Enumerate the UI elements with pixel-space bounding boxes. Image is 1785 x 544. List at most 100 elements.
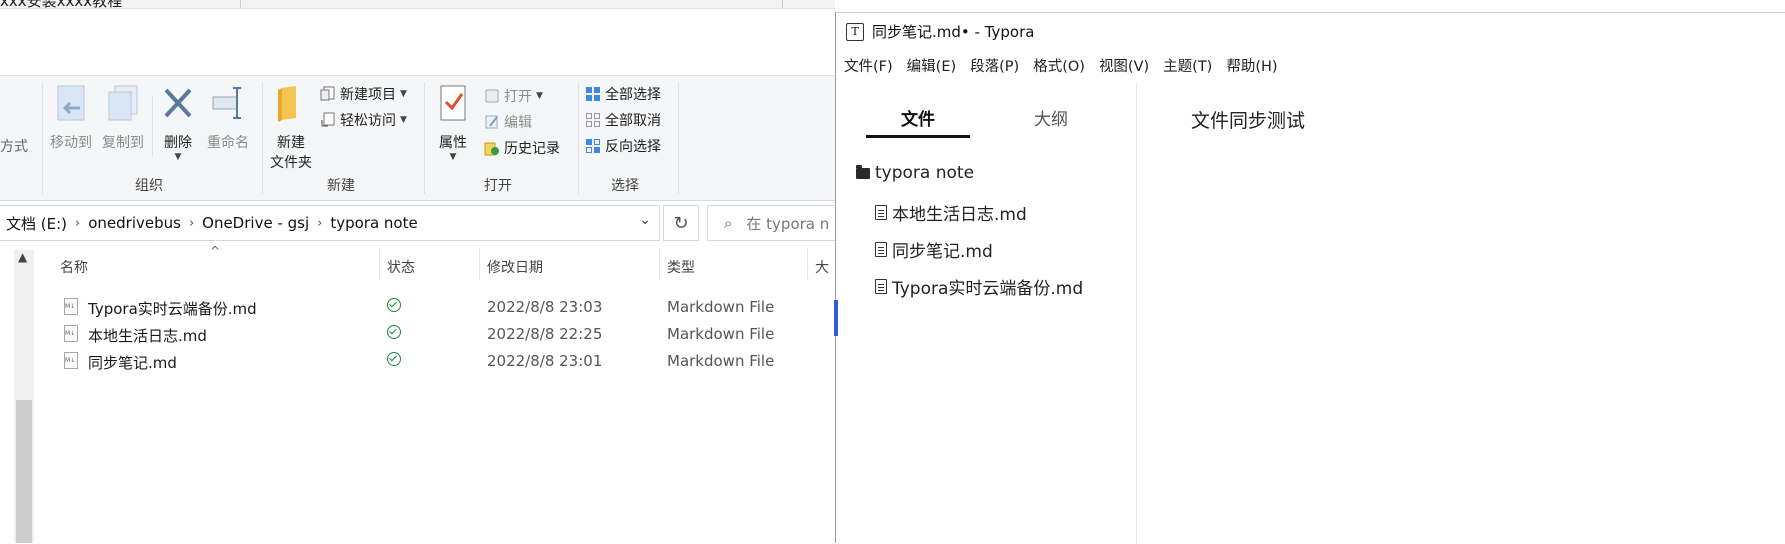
- file-item-active[interactable]: 同步笔记.md: [875, 237, 993, 262]
- file-row[interactable]: 本地生活日志.md 2022/8/8 22:25 Markdown File: [60, 322, 835, 346]
- background-window-text: xxx安装xxxx教程: [0, 0, 123, 9]
- chevron-right-icon[interactable]: ›: [73, 216, 82, 231]
- ribbon: 方式 移动到 复制到 删除 ▼ 重命名 组织 新建 文件夹 新建项目 ▼ 轻松访…: [0, 75, 835, 201]
- markdown-file-icon: [64, 352, 78, 369]
- sort-ascending-icon: ^: [210, 244, 221, 258]
- history-button[interactable]: 历史记录: [484, 138, 560, 158]
- history-icon: [484, 142, 499, 156]
- breadcrumb-onedrive[interactable]: OneDrive - gsj: [196, 214, 315, 232]
- file-date: 2022/8/8 23:01: [487, 352, 603, 370]
- folder-icon: [856, 164, 870, 179]
- move-to-button[interactable]: 移动到: [46, 84, 96, 152]
- rename-button[interactable]: 重命名: [202, 84, 254, 152]
- file-name: 本地生活日志.md: [88, 327, 207, 345]
- delete-x-icon: [164, 88, 192, 118]
- breadcrumb-onedrivebus[interactable]: onedrivebus: [82, 214, 187, 232]
- copy-to-button[interactable]: 复制到: [98, 84, 148, 152]
- breadcrumb-typora-note[interactable]: typora note: [324, 214, 423, 232]
- menu-theme[interactable]: 主题(T): [1163, 55, 1212, 76]
- move-to-icon: [57, 85, 85, 121]
- invert-selection-button[interactable]: 反向选择: [585, 136, 661, 156]
- properties-button[interactable]: 属性 ▼: [428, 84, 478, 162]
- group-label-select: 选择: [611, 178, 639, 194]
- chevron-down-icon: ▼: [174, 152, 182, 162]
- address-bar[interactable]: 文档 (E:) › onedrivebus › OneDrive - gsj ›…: [0, 205, 660, 241]
- folder-item[interactable]: typora note: [856, 163, 974, 183]
- menu-paragraph[interactable]: 段落(P): [970, 55, 1019, 76]
- chevron-down-icon: ▼: [400, 89, 407, 99]
- properties-checklist-icon: [440, 85, 466, 121]
- sync-ok-icon: [387, 298, 401, 312]
- file-type: Markdown File: [667, 352, 775, 370]
- group-label-open: 打开: [484, 178, 512, 194]
- nav-pane-scrollbar[interactable]: ▲: [14, 250, 34, 543]
- edit-button[interactable]: 编辑: [484, 112, 532, 132]
- new-folder-button[interactable]: 新建 文件夹: [266, 84, 316, 172]
- tab-files[interactable]: 文件: [901, 105, 935, 130]
- address-dropdown-icon[interactable]: ⌄: [639, 212, 651, 228]
- column-header-type[interactable]: 类型: [667, 257, 695, 277]
- typora-window: T 同步笔记.md• - Typora 文件(F) 编辑(E) 段落(P) 格式…: [834, 12, 1785, 544]
- group-label-new: 新建: [327, 178, 355, 194]
- easy-access-button[interactable]: 轻松访问 ▼: [320, 110, 407, 130]
- sidebar: 文件 大纲 typora note 本地生活日志.md 同步笔记.md Typo…: [834, 83, 1137, 544]
- chevron-down-icon: ▼: [536, 91, 543, 101]
- file-row[interactable]: Typora实时云端备份.md 2022/8/8 23:03 Markdown …: [60, 295, 835, 319]
- open-icon: [485, 89, 499, 103]
- column-header-status[interactable]: 状态: [387, 257, 415, 277]
- file-item[interactable]: Typora实时云端备份.md: [875, 274, 1083, 299]
- window-title: 同步笔记.md• - Typora: [872, 23, 1035, 41]
- open-button[interactable]: 打开 ▼: [484, 86, 543, 106]
- chevron-right-icon[interactable]: ›: [187, 216, 196, 231]
- file-name: Typora实时云端备份.md: [88, 300, 257, 318]
- document-icon: [875, 205, 887, 220]
- chevron-down-icon: ▼: [449, 152, 457, 162]
- menu-edit[interactable]: 编辑(E): [907, 55, 956, 76]
- active-file-indicator: [834, 300, 838, 336]
- file-type: Markdown File: [667, 325, 775, 343]
- refresh-button[interactable]: ↻: [663, 205, 699, 241]
- delete-button[interactable]: 删除 ▼: [158, 84, 198, 162]
- file-date: 2022/8/8 22:25: [487, 325, 603, 343]
- chevron-right-icon[interactable]: ›: [315, 216, 324, 231]
- edit-pencil-icon: [485, 115, 498, 129]
- ribbon-partial-label: 方式: [0, 139, 28, 155]
- scrollbar-thumb[interactable]: [16, 400, 32, 543]
- menu-format[interactable]: 格式(O): [1033, 55, 1085, 76]
- invert-selection-icon: [586, 139, 600, 153]
- refresh-icon: ↻: [673, 212, 689, 234]
- document-icon: [875, 242, 887, 257]
- tab-outline[interactable]: 大纲: [1034, 105, 1068, 130]
- rename-icon: [212, 87, 241, 119]
- menu-bar: 文件(F) 编辑(E) 段落(P) 格式(O) 视图(V) 主题(T) 帮助(H…: [844, 55, 1278, 76]
- column-header-modified[interactable]: 修改日期: [487, 257, 543, 277]
- file-type: Markdown File: [667, 298, 775, 316]
- file-name: 同步笔记.md: [88, 354, 177, 372]
- file-row[interactable]: 同步笔记.md 2022/8/8 23:01 Markdown File: [60, 349, 835, 373]
- document-icon: [875, 279, 887, 294]
- markdown-file-icon: [64, 298, 78, 315]
- easy-access-icon: [321, 112, 335, 127]
- search-input[interactable]: ⌕ 在 typora n: [707, 205, 835, 241]
- menu-file[interactable]: 文件(F): [844, 55, 893, 76]
- editor-content[interactable]: 文件同步测试: [1191, 106, 1305, 133]
- folder-icon: [278, 86, 296, 122]
- file-explorer-window: xxx安装xxxx教程 方式 移动到 复制到 删除 ▼ 重命名 组织 新建 文件…: [0, 0, 835, 543]
- menu-help[interactable]: 帮助(H): [1226, 55, 1277, 76]
- chevron-down-icon: ▼: [400, 115, 407, 125]
- column-header-size[interactable]: 大: [815, 257, 829, 277]
- scroll-up-icon[interactable]: ▲: [18, 250, 27, 264]
- window-title-bar[interactable]: T 同步笔记.md• - Typora: [846, 21, 1034, 42]
- menu-view[interactable]: 视图(V): [1099, 55, 1149, 76]
- select-none-button[interactable]: 全部取消: [585, 110, 661, 130]
- active-tab-indicator: [866, 135, 970, 138]
- typora-logo-icon: T: [846, 22, 864, 41]
- markdown-file-icon: [64, 325, 78, 342]
- select-all-button[interactable]: 全部选择: [585, 84, 661, 104]
- column-header-name[interactable]: 名称: [60, 257, 88, 277]
- copy-to-icon: [108, 85, 138, 121]
- sync-ok-icon: [387, 352, 401, 366]
- new-item-button[interactable]: 新建项目 ▼: [320, 84, 407, 104]
- breadcrumb-drive[interactable]: 文档 (E:): [0, 213, 73, 234]
- file-item[interactable]: 本地生活日志.md: [875, 200, 1027, 225]
